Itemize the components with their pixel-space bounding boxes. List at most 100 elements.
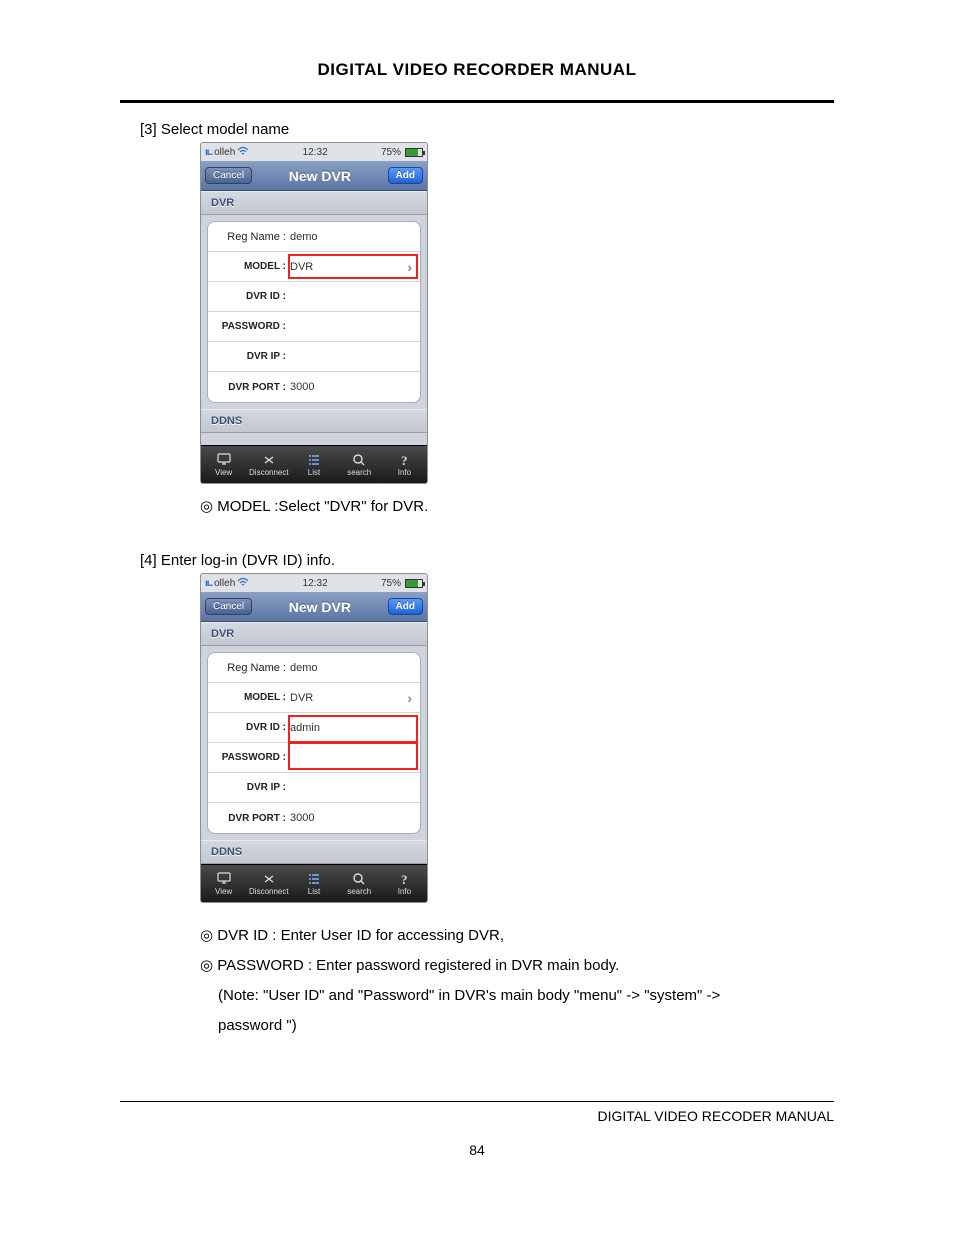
wifi-icon (237, 577, 249, 590)
signal-icon: ıı.. (205, 147, 212, 158)
caption-note-1: (Note: "User ID" and "Password" in DVR's… (200, 981, 834, 1011)
dvrport-label: DVR PORT : (214, 813, 290, 824)
row-dvrip[interactable]: DVR IP : (208, 342, 420, 372)
add-button[interactable]: Add (388, 167, 423, 184)
tab-info[interactable]: ? Info (382, 446, 427, 483)
carrier-label: olleh (214, 147, 235, 158)
nav-title: New DVR (289, 599, 351, 615)
dvrip-label: DVR IP : (214, 782, 290, 793)
dvrport-value: 3000 (290, 381, 314, 393)
disconnect-icon (261, 453, 277, 467)
dvrip-label: DVR IP : (214, 351, 290, 362)
tab-list[interactable]: List (291, 446, 336, 483)
status-bar: ıı.. olleh 12:32 75% (201, 143, 427, 161)
tab-info[interactable]: ? Info (382, 865, 427, 902)
regname-label: Reg Name : (214, 231, 290, 243)
signal-icon: ıı.. (205, 578, 212, 589)
list-icon (306, 872, 322, 886)
row-password[interactable]: PASSWORD : (208, 743, 420, 773)
svg-text:?: ? (401, 872, 408, 886)
clock: 12:32 (303, 578, 328, 589)
caption-model: ◎ MODEL :Select "DVR" for DVR. (200, 492, 834, 522)
row-dvrport[interactable]: DVR PORT : 3000 (208, 803, 420, 833)
caption-note-2: password ") (200, 1011, 834, 1041)
password-label: PASSWORD : (214, 752, 290, 763)
dvr-form: Reg Name : demo MODEL : DVR › DVR ID : a… (207, 652, 421, 834)
nav-bar: Cancel New DVR Add (201, 161, 427, 191)
row-regname[interactable]: Reg Name : demo (208, 222, 420, 252)
document-title: DIGITAL VIDEO RECORDER MANUAL (120, 60, 834, 80)
chevron-right-icon: › (407, 259, 412, 275)
tab-bar: View Disconnect List search ? Info (201, 445, 427, 483)
monitor-icon (216, 872, 232, 886)
search-icon (351, 453, 367, 467)
tab-view[interactable]: View (201, 446, 246, 483)
dvrport-value: 3000 (290, 812, 314, 824)
regname-value: demo (290, 662, 318, 674)
step3-heading: [3] Select model name (140, 121, 834, 138)
tab-disconnect[interactable]: Disconnect (246, 446, 291, 483)
row-password[interactable]: PASSWORD : (208, 312, 420, 342)
cancel-button[interactable]: Cancel (205, 167, 252, 184)
tab-view[interactable]: View (201, 865, 246, 902)
model-value: DVR (290, 692, 313, 704)
battery-icon (405, 148, 423, 157)
highlight-password (288, 742, 418, 770)
battery-pct: 75% (381, 578, 401, 589)
row-model[interactable]: MODEL : DVR › (208, 683, 420, 713)
info-icon: ? (396, 872, 412, 886)
dvrid-value: admin (290, 722, 320, 734)
tab-search[interactable]: search (337, 865, 382, 902)
list-icon (306, 453, 322, 467)
row-dvrid[interactable]: DVR ID : (208, 282, 420, 312)
wifi-icon (237, 146, 249, 159)
section-dvr: DVR (201, 191, 427, 215)
step4-heading: [4] Enter log-in (DVR ID) info. (140, 552, 834, 569)
model-label: MODEL : (214, 692, 290, 703)
tab-disconnect[interactable]: Disconnect (246, 865, 291, 902)
regname-label: Reg Name : (214, 662, 290, 674)
tab-bar: View Disconnect List search ? Info (201, 864, 427, 902)
dvrport-label: DVR PORT : (214, 382, 290, 393)
nav-title: New DVR (289, 168, 351, 184)
password-label: PASSWORD : (214, 321, 290, 332)
clock: 12:32 (303, 147, 328, 158)
model-value: DVR (290, 261, 313, 273)
add-button[interactable]: Add (388, 598, 423, 615)
row-model[interactable]: MODEL : DVR › (208, 252, 420, 282)
phone-screenshot-step4: ıı.. olleh 12:32 75% Cancel New DVR Add … (200, 573, 428, 903)
dvrid-label: DVR ID : (214, 722, 290, 733)
battery-icon (405, 579, 423, 588)
carrier-label: olleh (214, 578, 235, 589)
monitor-icon (216, 453, 232, 467)
row-dvrid[interactable]: DVR ID : admin (208, 713, 420, 743)
top-divider (120, 100, 834, 103)
tab-list[interactable]: List (291, 865, 336, 902)
bottom-divider (120, 1101, 834, 1102)
page-number: 84 (120, 1142, 834, 1158)
cancel-button[interactable]: Cancel (205, 598, 252, 615)
regname-value: demo (290, 231, 318, 243)
row-dvrport[interactable]: DVR PORT : 3000 (208, 372, 420, 402)
row-dvrip[interactable]: DVR IP : (208, 773, 420, 803)
tab-search[interactable]: search (337, 446, 382, 483)
status-bar: ıı.. olleh 12:32 75% (201, 574, 427, 592)
disconnect-icon (261, 872, 277, 886)
battery-pct: 75% (381, 147, 401, 158)
caption-dvrid: ◎ DVR ID : Enter User ID for accessing D… (200, 921, 834, 951)
search-icon (351, 872, 367, 886)
section-dvr: DVR (201, 622, 427, 646)
dvr-form: Reg Name : demo MODEL : DVR › DVR ID : P… (207, 221, 421, 403)
info-icon: ? (396, 453, 412, 467)
row-regname[interactable]: Reg Name : demo (208, 653, 420, 683)
svg-text:?: ? (401, 453, 408, 467)
section-ddns: DDNS (201, 409, 427, 433)
cutoff-area (201, 433, 427, 445)
footer-right: DIGITAL VIDEO RECODER MANUAL (120, 1108, 834, 1124)
nav-bar: Cancel New DVR Add (201, 592, 427, 622)
chevron-right-icon: › (407, 690, 412, 706)
dvrid-label: DVR ID : (214, 291, 290, 302)
section-ddns: DDNS (201, 840, 427, 864)
phone-screenshot-step3: ıı.. olleh 12:32 75% Cancel New DVR Add … (200, 142, 428, 484)
model-label: MODEL : (214, 261, 290, 272)
